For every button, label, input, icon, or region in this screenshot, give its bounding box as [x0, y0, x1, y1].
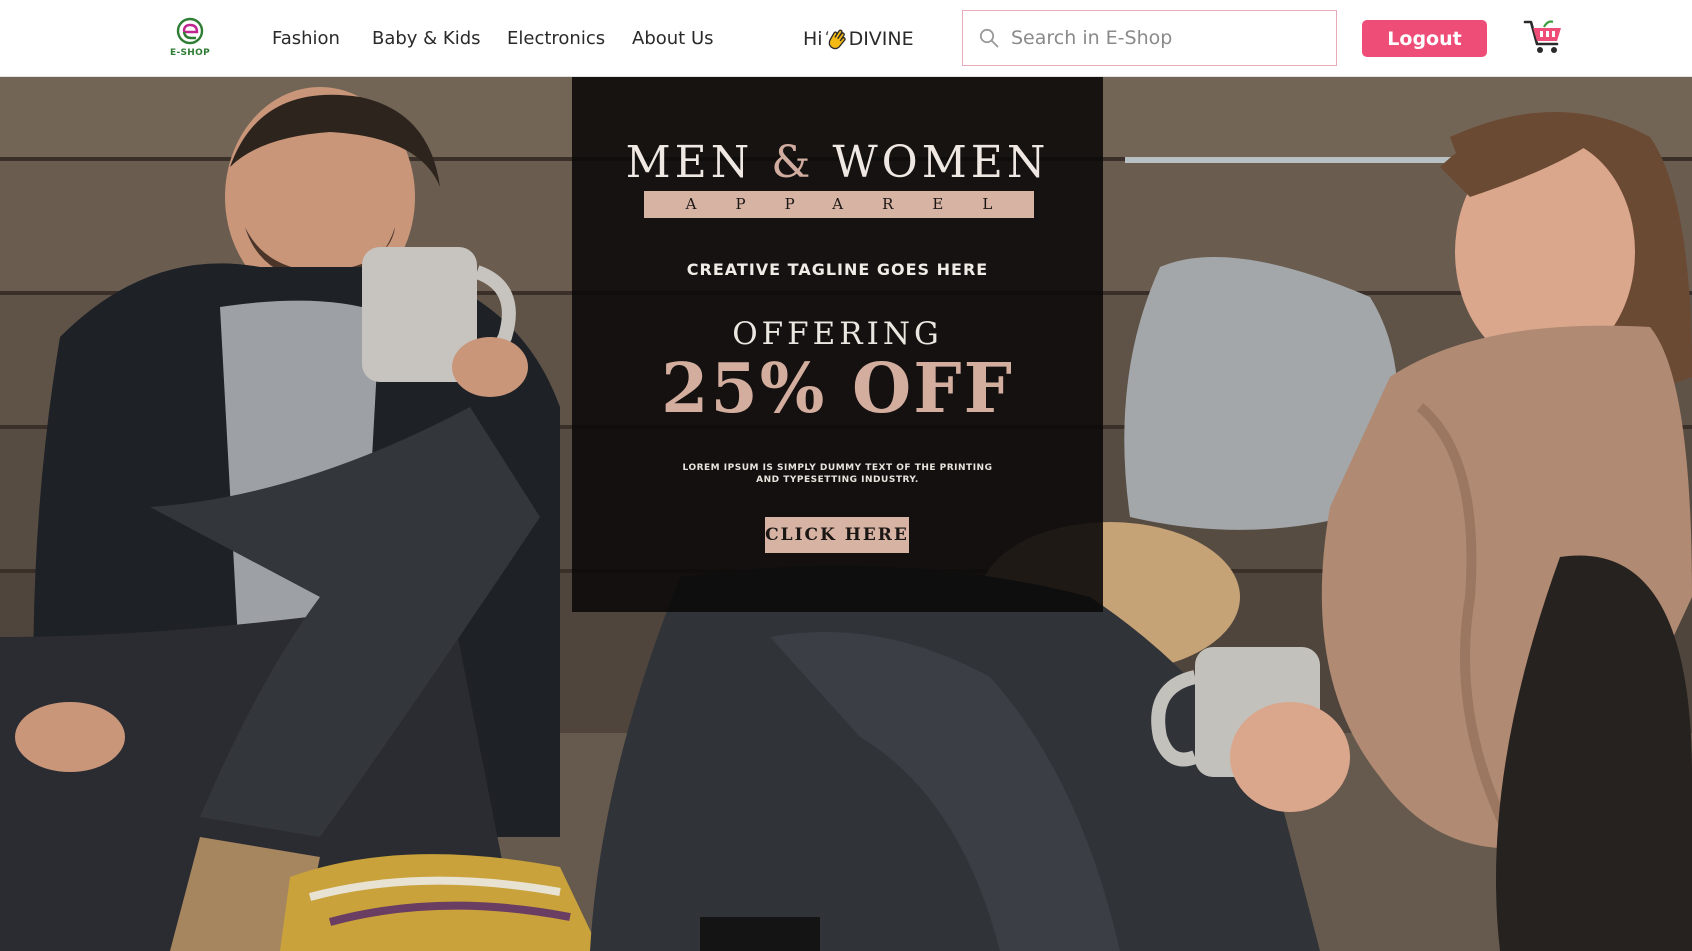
user-name: DIVINE — [848, 28, 914, 50]
promo-title-women: WOMEN — [832, 137, 1050, 188]
apparel-label: APPAREL — [685, 195, 1032, 213]
promo-title-men: MEN — [625, 137, 754, 188]
greeting-prefix: Hi — [803, 28, 823, 50]
promo-tagline: CREATIVE TAGLINE GOES HERE — [686, 260, 989, 279]
nav-link-baby-kids[interactable]: Baby & Kids — [372, 28, 481, 49]
nav-link-electronics[interactable]: Electronics — [507, 28, 605, 49]
nav-link-about-us[interactable]: About Us — [632, 28, 714, 49]
promo-body: LOREM IPSUM IS SIMPLY DUMMY TEXT OF THE … — [682, 463, 993, 485]
nav-link-fashion[interactable]: Fashion — [272, 28, 340, 49]
user-greeting: Hi DIVINE — [803, 27, 914, 53]
eshop-logo-icon — [176, 17, 204, 45]
shopping-cart-icon — [1523, 20, 1561, 53]
search-input[interactable] — [1011, 20, 1321, 56]
hero-banner: MEN & WOMEN APPAREL CREATIVE TAGLINE GOE… — [0, 77, 1692, 951]
promo-card: MEN & WOMEN APPAREL CREATIVE TAGLINE GOE… — [572, 77, 1103, 612]
waving-hand-icon — [825, 29, 846, 50]
apparel-bar: APPAREL — [644, 191, 1034, 218]
shopping-cart-button[interactable] — [1522, 18, 1564, 56]
search-box[interactable] — [962, 10, 1337, 66]
promo-title-amp: & — [771, 137, 815, 188]
promo-discount: 25% OFF — [661, 349, 1014, 429]
promo-title: MEN & WOMEN — [572, 137, 1103, 188]
click-here-button[interactable]: CLICK HERE — [765, 517, 909, 553]
promo-offering: OFFERING — [732, 316, 943, 352]
logout-button[interactable]: Logout — [1362, 20, 1487, 57]
top-navbar: E-SHOP Fashion Baby & Kids Electronics A… — [0, 0, 1692, 77]
search-icon — [979, 28, 999, 48]
eshop-logo[interactable]: E-SHOP — [166, 16, 214, 62]
logo-text: E-SHOP — [170, 48, 210, 58]
